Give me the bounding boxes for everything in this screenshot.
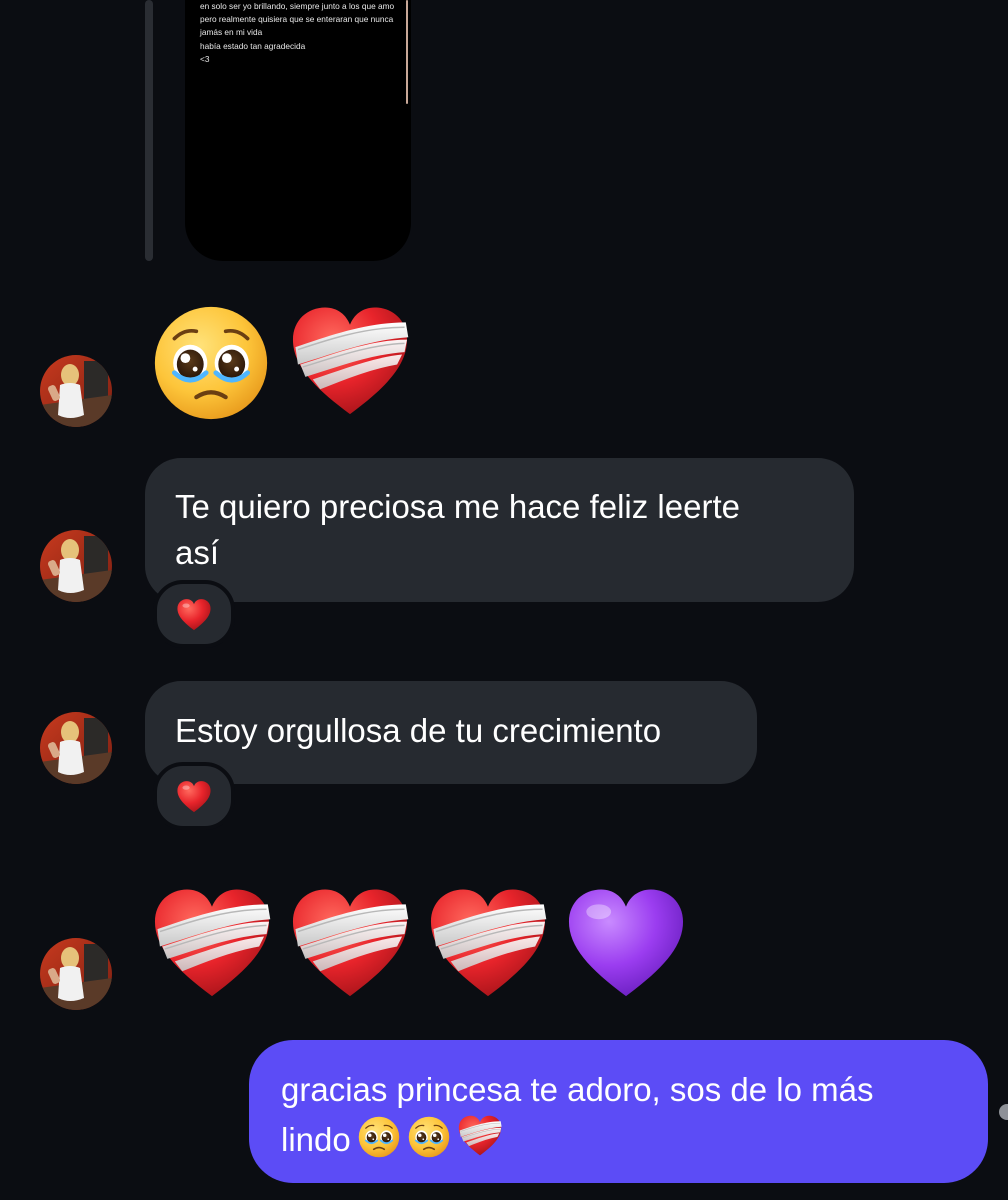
pleading-face-icon: [150, 302, 272, 424]
mending-heart-icon: [150, 882, 274, 1006]
avatar-photo: [40, 530, 112, 602]
avatar-photo: [40, 355, 112, 427]
seen-status-indicator: [999, 1104, 1008, 1120]
sent-message-bubble[interactable]: gracias princesa te adoro, sos de lo más…: [249, 1040, 988, 1183]
story-reply-card[interactable]: en solo ser yo brillando, siempre junto …: [185, 0, 411, 261]
red-heart-icon: [176, 597, 212, 633]
received-message-bubble[interactable]: Estoy orgullosa de tu crecimiento: [145, 681, 757, 784]
purple-heart-icon: [564, 882, 688, 1006]
avatar[interactable]: [40, 712, 112, 784]
story-scroll-indicator: [406, 0, 408, 104]
avatar-photo: [40, 938, 112, 1010]
story-caption-line: jamás en mi vida: [200, 27, 263, 38]
story-caption: en solo ser yo brillando, siempre junto …: [200, 0, 405, 66]
reply-indicator-line: [145, 0, 153, 261]
mending-heart-icon: [288, 300, 412, 424]
message-reaction[interactable]: [153, 762, 235, 830]
received-message-bubble[interactable]: Te quiero preciosa me hace feliz leerte …: [145, 458, 854, 602]
chat-screen: en solo ser yo brillando, siempre junto …: [0, 0, 1008, 1200]
story-caption-line: pero realmente quisiera que se enteraran…: [200, 14, 394, 25]
message-text-line: Estoy orgullosa de tu crecimiento: [175, 712, 662, 749]
mending-heart-icon: [288, 882, 412, 1006]
red-heart-icon: [176, 779, 212, 815]
message-text-line: así: [175, 534, 220, 571]
message-text-line: lindo: [281, 1121, 351, 1158]
mending-heart-icon: [457, 1113, 503, 1159]
avatar-photo: [40, 712, 112, 784]
pleading-face-icon: [407, 1115, 451, 1159]
story-caption-line: había estado tan agradecida: [200, 40, 306, 51]
avatar[interactable]: [40, 355, 112, 427]
story-caption-line: en solo ser yo brillando, siempre junto …: [200, 1, 395, 11]
avatar[interactable]: [40, 938, 112, 1010]
pleading-face-icon: [357, 1115, 401, 1159]
message-reaction[interactable]: [153, 580, 235, 648]
message-text-line: Te quiero preciosa me hace feliz leerte: [175, 488, 740, 525]
message-text-line: gracias princesa te adoro, sos de lo más: [281, 1071, 874, 1108]
story-caption-line: <3: [200, 53, 210, 64]
mending-heart-icon: [426, 882, 550, 1006]
avatar[interactable]: [40, 530, 112, 602]
